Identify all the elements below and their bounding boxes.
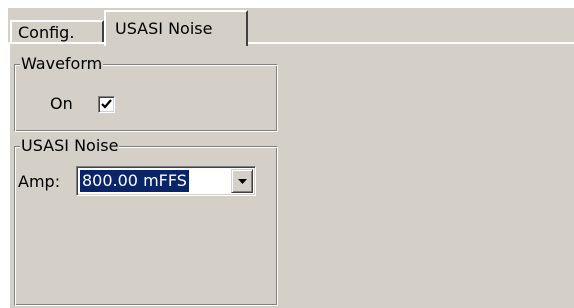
amp-dropdown-button[interactable]: [231, 169, 253, 193]
amp-label: Amp:: [18, 172, 61, 191]
tab-config[interactable]: Config.: [10, 20, 104, 44]
tab-strip: Config. USASI Noise: [8, 8, 574, 46]
check-icon: [101, 99, 112, 109]
tab-usasi-noise-label: USASI Noise: [115, 19, 213, 38]
usasi-noise-group: USASI Noise Amp: 800.00 mFFS: [14, 136, 278, 306]
amp-combobox[interactable]: 800.00 mFFS: [76, 166, 256, 196]
chevron-down-icon: [238, 179, 247, 184]
waveform-group: Waveform On: [14, 54, 278, 132]
tab-panel: Config. USASI Noise Waveform On USASI No…: [8, 8, 574, 308]
usasi-noise-group-title: USASI Noise: [20, 136, 120, 156]
tab-usasi-noise[interactable]: USASI Noise: [104, 10, 248, 46]
waveform-group-title: Waveform: [20, 54, 104, 74]
amp-value[interactable]: 800.00 mFFS: [80, 170, 189, 192]
tab-config-label: Config.: [18, 23, 75, 42]
on-checkbox[interactable]: [98, 96, 115, 113]
on-label: On: [50, 94, 73, 113]
